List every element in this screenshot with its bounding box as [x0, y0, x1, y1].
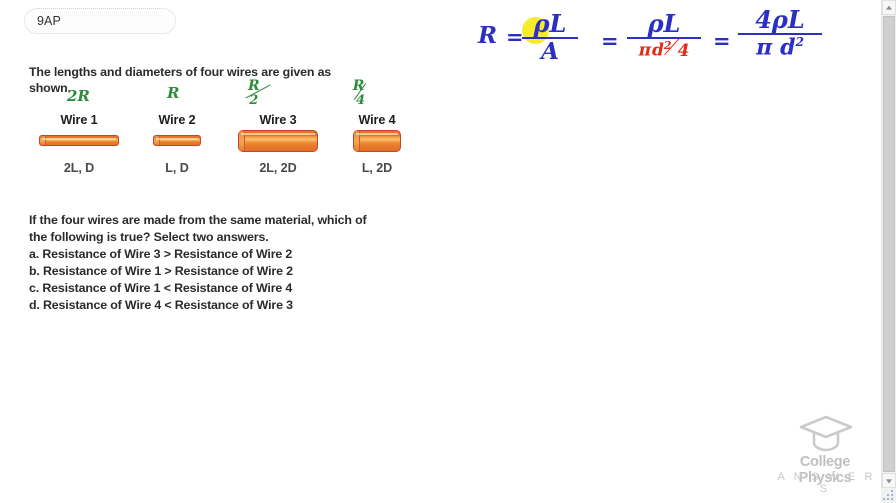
handwritten-annotation-wire-2: R — [167, 84, 180, 102]
wire-cylinder-icon-4 — [353, 130, 401, 152]
grip-dot — [883, 498, 885, 500]
equation-lhs-R: R — [478, 22, 498, 49]
wire-illustration-3 — [228, 129, 328, 155]
equation-fraction-1-denominator: A — [541, 38, 559, 65]
logo-text-secondary: A N S W E R S — [777, 471, 876, 495]
handwritten-annotation-wire-4: R 4 — [352, 79, 367, 108]
wire-spec-4: L, 2D — [361, 161, 393, 175]
chevron-up-icon — [886, 5, 892, 10]
wire-column-3: Wire 3 2L, 2D — [228, 112, 328, 175]
equation-frac2-inner-fraction: d2 4 — [651, 37, 689, 61]
equation-fraction-3-denominator: π d2 — [738, 36, 822, 58]
wire-column-2: Wire 2 L, D — [127, 112, 227, 175]
chevron-down-icon — [886, 478, 892, 483]
equation-fraction-1: ρL A — [522, 12, 578, 63]
wire-label-1: Wire 1 — [60, 113, 98, 127]
graduation-cap-icon — [798, 414, 854, 452]
equation-equals-3: = — [713, 28, 731, 53]
grip-dot — [891, 490, 893, 492]
wire-illustration-2 — [127, 129, 227, 155]
answer-choice-d[interactable]: d. Resistance of Wire 4 < Resistance of … — [29, 297, 399, 314]
equation-fraction-3: 4ρL π d2 — [738, 8, 822, 58]
equation-fraction-1-numerator: ρL — [533, 9, 567, 38]
answer-choice-c[interactable]: c. Resistance of Wire 1 < Resistance of … — [29, 280, 399, 297]
handwritten-equation: R = ρL A = ρL πd2 4 = 4ρL π d2 — [470, 6, 880, 76]
wire-cylinder-icon-2 — [153, 135, 201, 146]
answer-choice-b[interactable]: b. Resistance of Wire 1 > Resistance of … — [29, 263, 399, 280]
equation-fraction-2: ρL πd2 4 — [627, 12, 701, 60]
grip-dot — [891, 498, 893, 500]
annotation-fraction-wire-3: R 2 — [245, 79, 271, 108]
equation-frac3-d: d — [780, 34, 796, 61]
grip-dot — [887, 494, 889, 496]
problem-tag-label: 9AP — [37, 14, 61, 28]
grip-dot — [891, 494, 893, 496]
wire-label-3: Wire 3 — [259, 113, 297, 127]
handwritten-annotation-wire-3: R 2 — [245, 79, 271, 108]
equation-frac3-exponent: 2 — [795, 35, 804, 49]
wire-spec-2: L, D — [165, 161, 189, 175]
wire-cylinder-icon-1 — [39, 135, 119, 146]
equation-frac2-d: d — [652, 40, 664, 61]
wire-illustration-4 — [327, 129, 427, 155]
whiteboard-canvas: 9AP The lengths and diameters of four wi… — [0, 0, 896, 503]
vertical-scrollbar[interactable] — [881, 0, 896, 503]
equation-fraction-3-numerator: 4ρL — [755, 5, 805, 34]
scrollbar-thumb[interactable] — [883, 16, 895, 472]
equation-equals-2: = — [601, 28, 619, 53]
wire-cylinder-icon-3 — [238, 130, 318, 152]
equation-equals-1: = — [506, 24, 524, 49]
wire-illustration-1 — [29, 129, 129, 155]
wire-label-4: Wire 4 — [358, 113, 396, 127]
answer-choice-a[interactable]: a. Resistance of Wire 3 > Resistance of … — [29, 246, 399, 263]
wire-column-4: Wire 4 L, 2D — [327, 112, 427, 175]
wire-column-1: Wire 1 2L, D — [29, 112, 129, 175]
question-stem: If the four wires are made from the same… — [29, 213, 367, 244]
wire-spec-3: 2L, 2D — [259, 161, 297, 175]
question-block: If the four wires are made from the same… — [29, 212, 399, 314]
equation-frac3-pi: π — [756, 34, 773, 61]
wire-label-2: Wire 2 — [158, 113, 196, 127]
college-physics-answers-logo: College Physics A N S W E R S — [772, 414, 878, 495]
equation-frac2-pi: π — [638, 40, 652, 61]
handwritten-annotation-wire-1: 2R — [67, 87, 90, 105]
wire-spec-1: 2L, D — [63, 161, 95, 175]
scroll-up-arrow-button[interactable] — [882, 0, 896, 15]
scroll-down-arrow-button[interactable] — [882, 473, 896, 488]
problem-tag-pill[interactable]: 9AP — [24, 8, 176, 34]
wire-diagram-row: Wire 1 2L, D Wire 2 L, D Wire 3 2L, 2D W… — [29, 112, 429, 192]
window-resize-grip[interactable] — [881, 488, 896, 503]
grip-dot — [887, 498, 889, 500]
annotation-fraction-wire-4: R 4 — [352, 79, 367, 108]
equation-fraction-2-denominator: πd2 4 — [627, 37, 701, 61]
equation-fraction-2-numerator: ρL — [647, 9, 681, 38]
